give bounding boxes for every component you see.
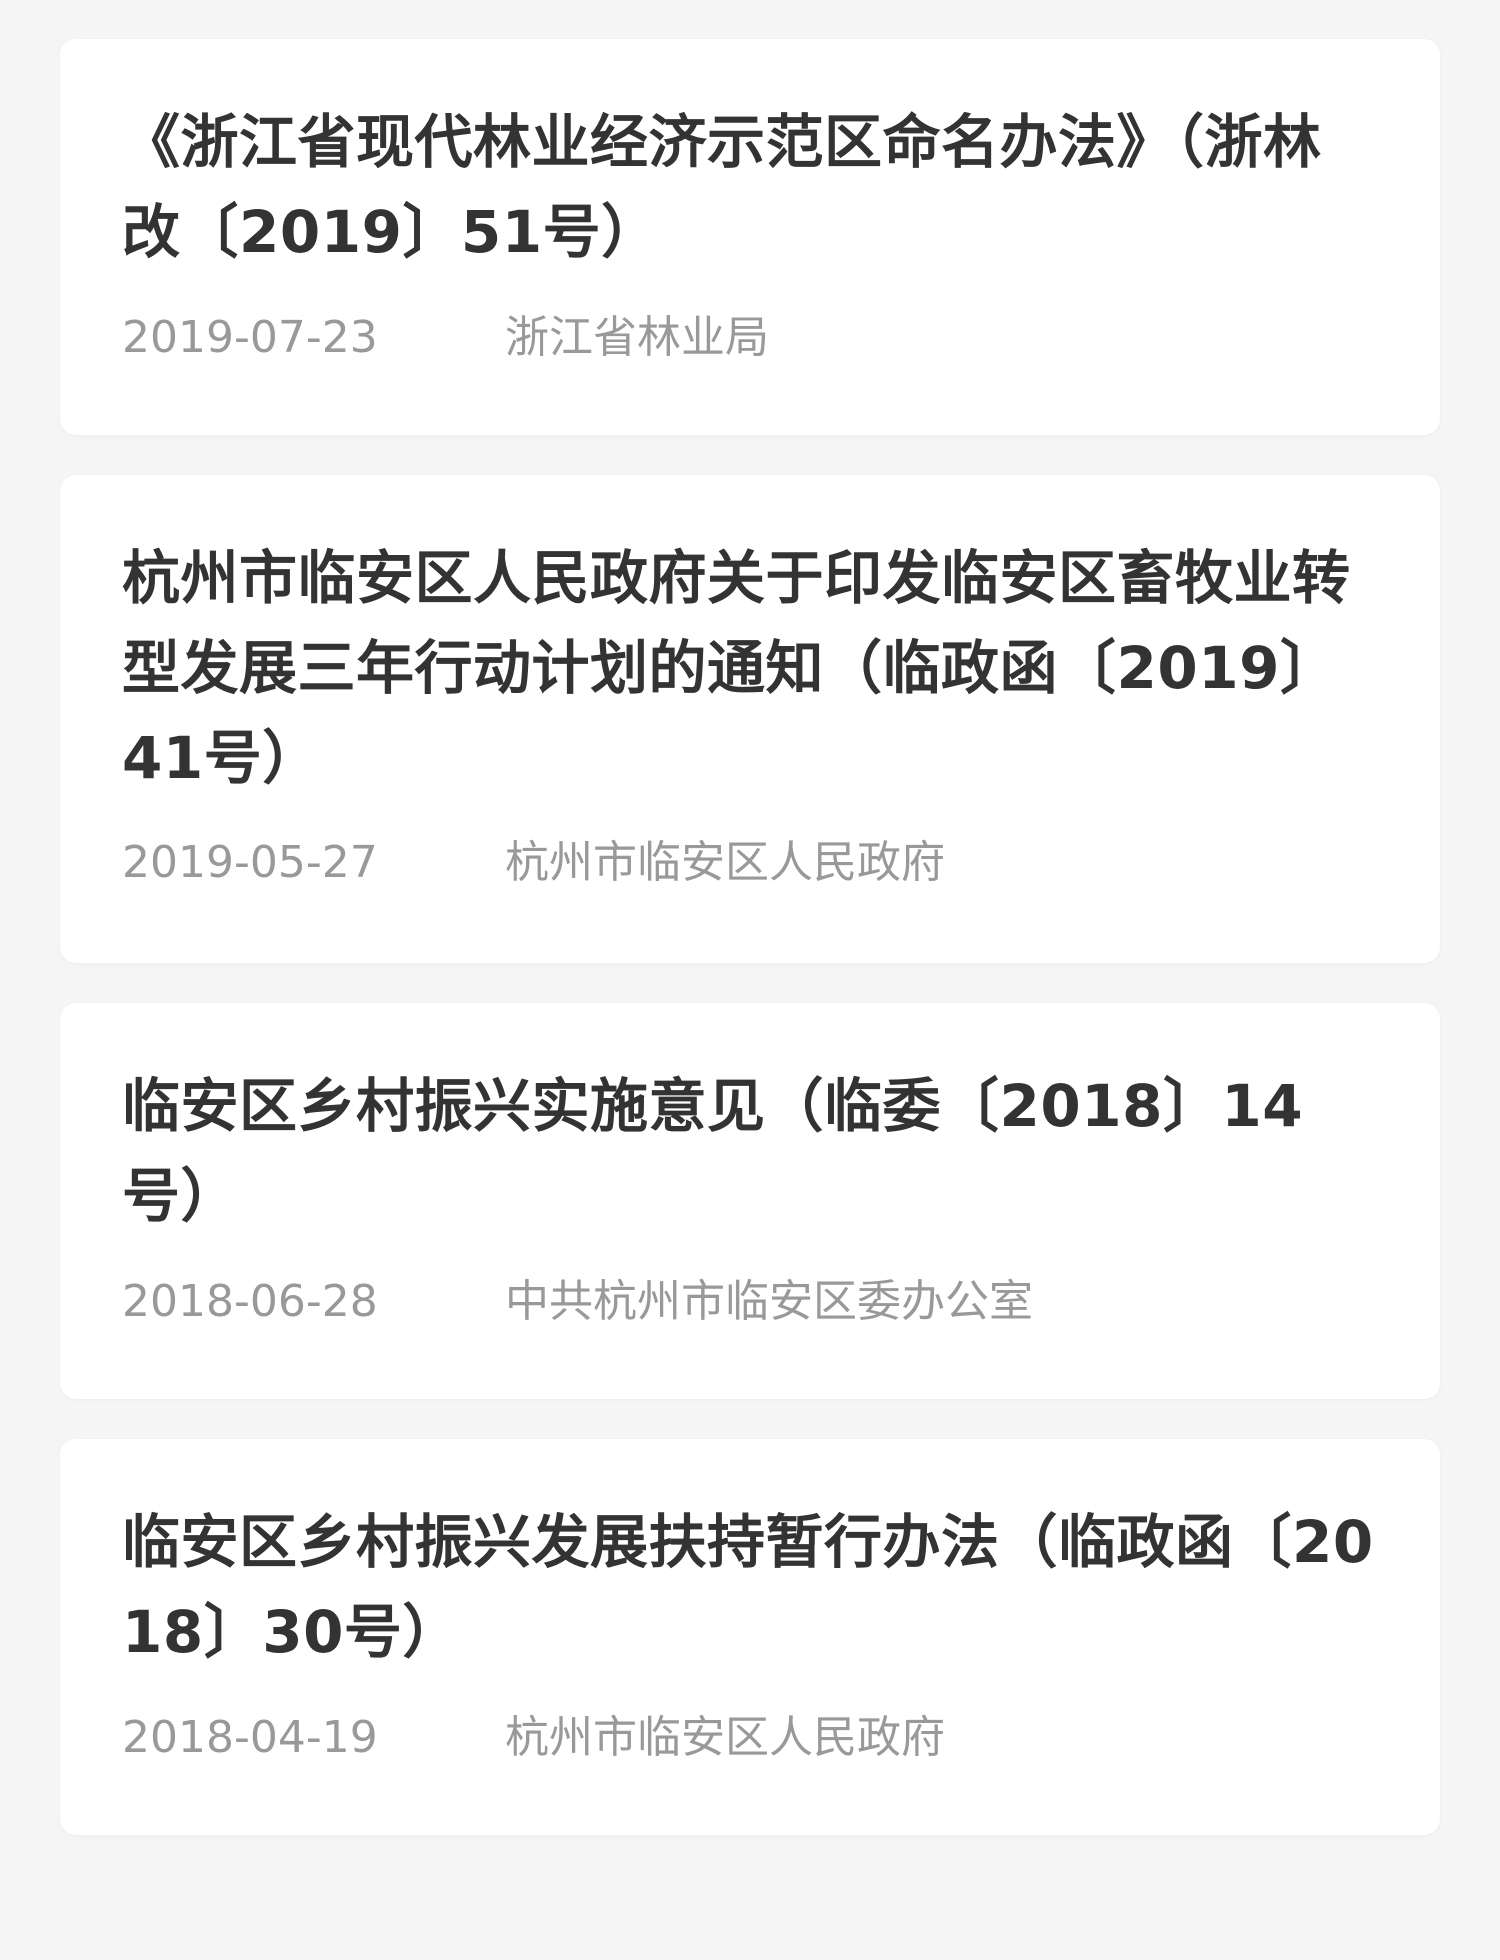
document-date: 2019-05-27: [122, 837, 378, 888]
document-title[interactable]: 临安区乡村振兴发展扶持暂行办法（临政函〔2018〕30号）: [122, 1497, 1378, 1677]
document-meta: 2019-07-23 浙江省林业局: [122, 313, 1378, 363]
document-meta: 2018-06-28 中共杭州市临安区委办公室: [122, 1277, 1378, 1327]
document-meta: 2018-04-19 杭州市临安区人民政府: [122, 1713, 1378, 1763]
document-title[interactable]: 《浙江省现代林业经济示范区命名办法》（浙林改〔2019〕51号）: [122, 97, 1378, 277]
document-card[interactable]: 《浙江省现代林业经济示范区命名办法》（浙林改〔2019〕51号） 2019-07…: [60, 39, 1440, 435]
document-title[interactable]: 临安区乡村振兴实施意见（临委〔2018〕14号）: [122, 1061, 1378, 1241]
document-title[interactable]: 杭州市临安区人民政府关于印发临安区畜牧业转型发展三年行动计划的通知（临政函〔20…: [122, 533, 1378, 803]
document-meta: 2019-05-27 杭州市临安区人民政府: [122, 838, 1378, 888]
document-date: 2018-06-28: [122, 1276, 378, 1327]
document-date: 2018-04-19: [122, 1712, 378, 1763]
document-list: 《浙江省现代林业经济示范区命名办法》（浙林改〔2019〕51号） 2019-07…: [60, 39, 1440, 1875]
document-date: 2019-07-23: [122, 312, 378, 363]
document-card[interactable]: 临安区乡村振兴实施意见（临委〔2018〕14号） 2018-06-28 中共杭州…: [60, 1003, 1440, 1399]
document-card[interactable]: 临安区乡村振兴发展扶持暂行办法（临政函〔2018〕30号） 2018-04-19…: [60, 1439, 1440, 1835]
document-card[interactable]: 杭州市临安区人民政府关于印发临安区畜牧业转型发展三年行动计划的通知（临政函〔20…: [60, 475, 1440, 963]
document-source: 杭州市临安区人民政府: [505, 837, 945, 888]
document-source: 浙江省林业局: [505, 312, 769, 363]
document-source: 中共杭州市临安区委办公室: [505, 1276, 1033, 1327]
document-source: 杭州市临安区人民政府: [505, 1712, 945, 1763]
